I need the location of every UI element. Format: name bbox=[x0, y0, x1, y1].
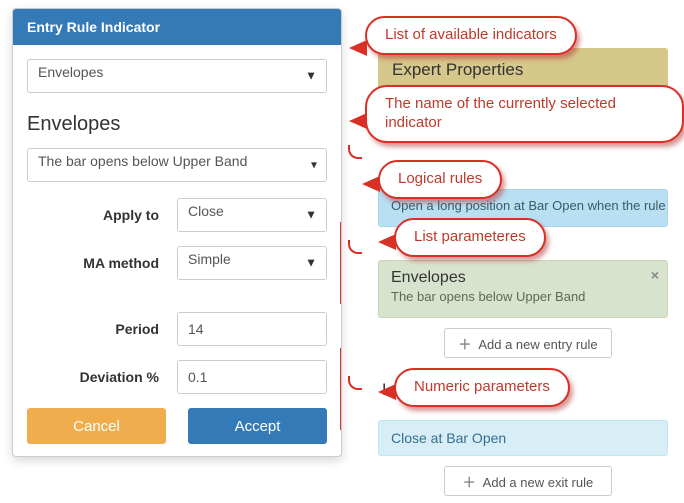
deviation-label: Deviation % bbox=[27, 369, 177, 385]
numeric-params-bracket bbox=[340, 348, 342, 430]
entry-rule-indicator-dialog: Entry Rule Indicator Envelopes ▼ Envelop… bbox=[12, 8, 342, 457]
apply-to-control[interactable]: Close ▼ bbox=[177, 198, 327, 232]
open-long-text: Open a long position at Bar Open when th… bbox=[391, 198, 666, 213]
annotation-logical-rules: Logical rules bbox=[378, 160, 502, 199]
add-entry-label: Add a new entry rule bbox=[478, 337, 597, 352]
ma-method-label: MA method bbox=[27, 255, 177, 271]
expert-properties-title: Expert Properties bbox=[392, 60, 523, 79]
annotation-connector bbox=[348, 240, 362, 254]
close-icon[interactable]: × bbox=[651, 267, 659, 283]
period-label: Period bbox=[27, 321, 177, 337]
rule-card-title: Envelopes bbox=[391, 269, 655, 287]
close-bar-info[interactable]: Close at Bar Open bbox=[378, 420, 668, 456]
close-bar-text: Close at Bar Open bbox=[391, 430, 506, 446]
annotation-connector bbox=[348, 376, 362, 390]
add-exit-label: Add a new exit rule bbox=[483, 475, 594, 490]
rule-card-subtitle: The bar opens below Upper Band bbox=[391, 289, 655, 304]
annotation-list-parameters: List parameteres bbox=[394, 218, 546, 257]
ma-method-control[interactable]: Simple ▼ bbox=[177, 246, 327, 280]
indicator-select[interactable]: Envelopes bbox=[27, 59, 327, 93]
rule-select-wrap[interactable]: The bar opens below Upper Band ▾ bbox=[27, 148, 327, 182]
cancel-button[interactable]: Cancel bbox=[27, 408, 166, 444]
indicator-select-wrap[interactable]: Envelopes ▼ bbox=[27, 59, 327, 93]
annotation-connector bbox=[348, 145, 362, 159]
plus-icon: ＋ bbox=[458, 337, 471, 352]
chevron-down-icon: ▼ bbox=[305, 207, 317, 221]
chevron-down-icon: ▼ bbox=[305, 255, 317, 269]
annotation-selected-indicator-name: The name of the currently selected indic… bbox=[365, 85, 684, 143]
envelopes-rule-card[interactable]: Envelopes The bar opens below Upper Band… bbox=[378, 260, 668, 318]
accept-button[interactable]: Accept bbox=[188, 408, 327, 444]
rule-select[interactable]: The bar opens below Upper Band bbox=[27, 148, 327, 182]
period-input[interactable] bbox=[177, 312, 327, 346]
annotation-numeric-parameters: Numeric parameters bbox=[394, 368, 570, 407]
plus-icon: ＋ bbox=[463, 475, 476, 490]
apply-to-label: Apply to bbox=[27, 207, 177, 223]
deviation-input[interactable] bbox=[177, 360, 327, 394]
indicator-section-title: Envelopes bbox=[27, 113, 327, 136]
annotation-available-indicators: List of available indicators bbox=[365, 16, 577, 55]
add-exit-rule-button[interactable]: ＋ Add a new exit rule bbox=[444, 466, 612, 496]
list-params-bracket bbox=[340, 222, 342, 304]
dialog-title: Entry Rule Indicator bbox=[13, 9, 341, 45]
add-entry-rule-button[interactable]: ＋ Add a new entry rule bbox=[444, 328, 612, 358]
chevron-down-icon: ▾ bbox=[311, 157, 317, 171]
